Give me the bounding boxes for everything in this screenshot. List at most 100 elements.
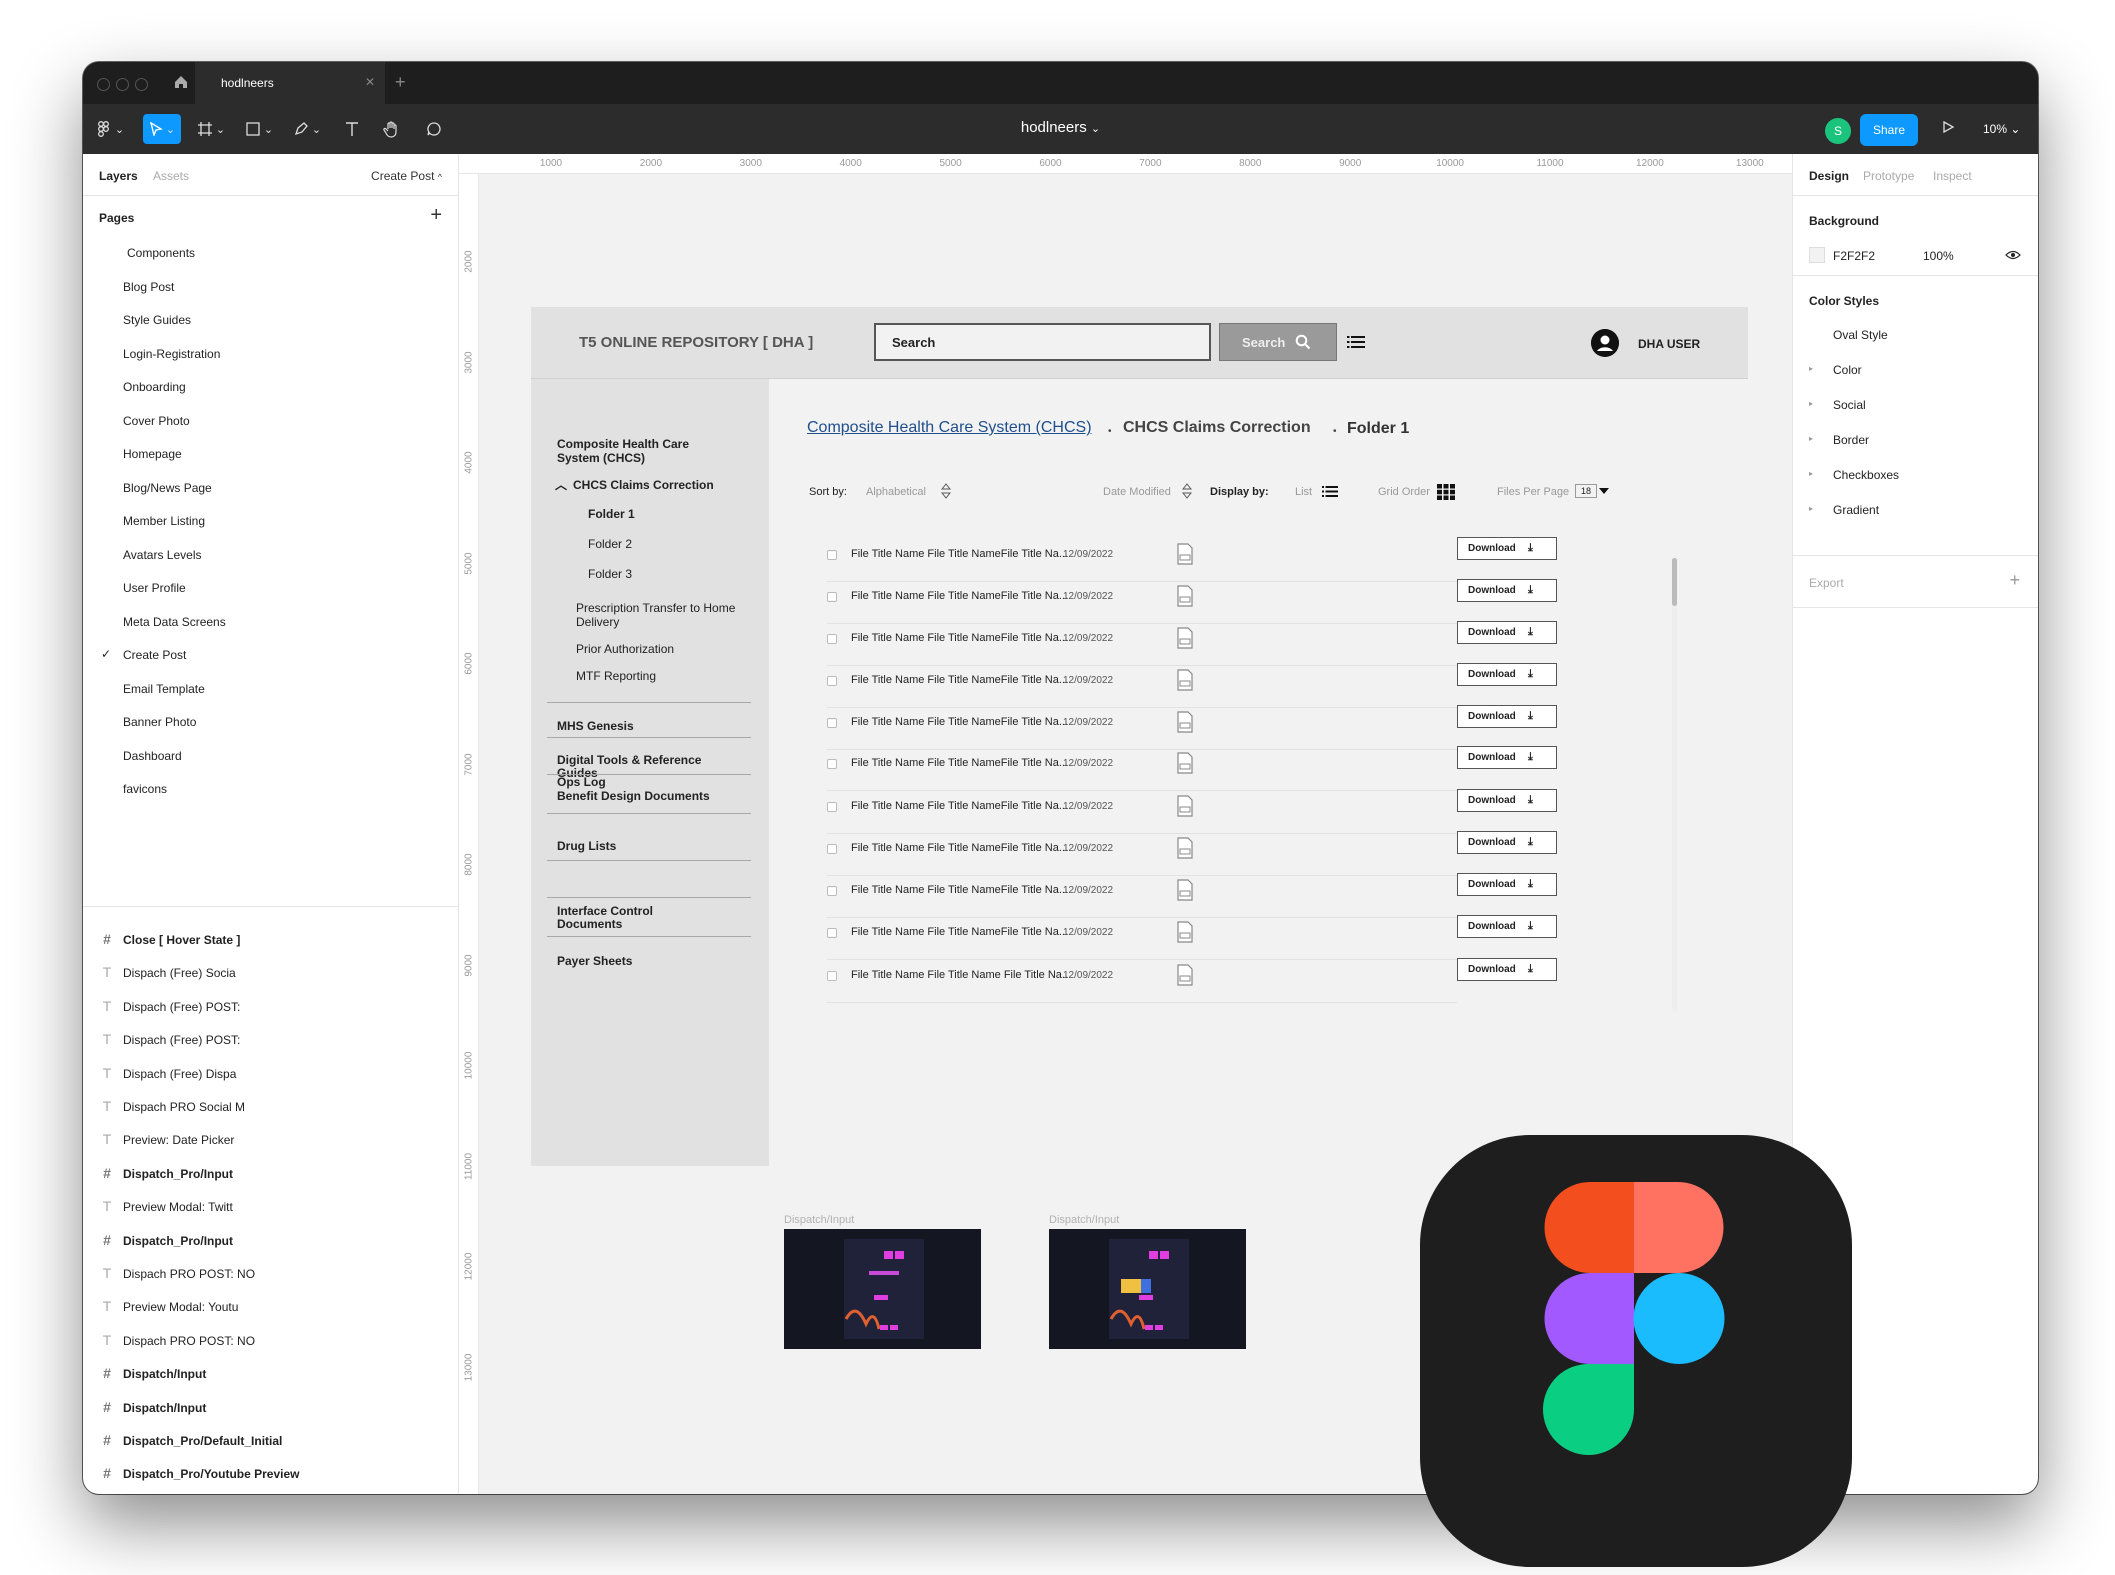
dispatch-input-thumbnail[interactable]: [1049, 1229, 1246, 1349]
files-per-page-value[interactable]: 18: [1575, 484, 1598, 498]
page-item[interactable]: Homepage: [83, 437, 458, 471]
file-checkbox[interactable]: [827, 634, 837, 644]
background-opacity[interactable]: 100%: [1923, 249, 1954, 263]
page-item[interactable]: Login-Registration: [83, 337, 458, 371]
search-button[interactable]: Search: [1219, 323, 1337, 361]
document-title[interactable]: hodlneers ⌄: [83, 119, 2038, 136]
download-button[interactable]: Download ⤓: [1457, 705, 1557, 728]
layer-item[interactable]: # Dispatch/Input: [83, 1392, 458, 1425]
page-item[interactable]: ✓ Create Post: [83, 638, 458, 672]
page-item[interactable]: User Profile: [83, 571, 458, 605]
nav-folder-3[interactable]: Folder 3: [588, 567, 632, 581]
layer-item[interactable]: T Dispach PRO Social M: [83, 1091, 458, 1124]
minimize-window-button[interactable]: [116, 78, 129, 91]
file-name[interactable]: File Title Name File Title NameFile Titl…: [851, 674, 1068, 686]
layer-item[interactable]: # Dispatch/Input: [83, 1358, 458, 1391]
close-tab-icon[interactable]: ✕: [365, 75, 375, 89]
expand-caret-icon[interactable]: ▸: [1809, 469, 1813, 478]
current-page-selector[interactable]: Create Post ^: [371, 169, 442, 183]
file-name[interactable]: File Title Name File Title NameFile Titl…: [851, 632, 1068, 644]
breadcrumb-level-2[interactable]: CHCS Claims Correction: [1123, 419, 1311, 437]
background-hex[interactable]: F2F2F2: [1833, 249, 1875, 263]
share-button[interactable]: Share: [1860, 114, 1918, 146]
display-list[interactable]: List: [1295, 486, 1312, 498]
expand-caret-icon[interactable]: ▸: [1809, 364, 1813, 373]
layer-item[interactable]: T Preview Modal: Twitt: [83, 1191, 458, 1224]
file-name[interactable]: File Title Name File Title NameFile Titl…: [851, 548, 1068, 560]
download-button[interactable]: Download ⤓: [1457, 789, 1557, 812]
download-button[interactable]: Download ⤓: [1457, 746, 1557, 769]
file-name[interactable]: File Title Name File Title NameFile Titl…: [851, 590, 1068, 602]
layer-item[interactable]: T Dispach (Free) Dispa: [83, 1058, 458, 1091]
download-button[interactable]: Download ⤓: [1457, 958, 1557, 981]
nav-interface-control[interactable]: Interface Control Documents: [557, 905, 707, 931]
nav-mtf-reporting[interactable]: MTF Reporting: [576, 669, 656, 683]
nav-prescription[interactable]: Prescription Transfer to Home Delivery: [576, 601, 736, 629]
layer-item[interactable]: T Preview: Date Picker: [83, 1124, 458, 1157]
page-item[interactable]: Banner Photo: [83, 705, 458, 739]
file-list-scrollbar[interactable]: [1672, 558, 1677, 606]
new-tab-icon[interactable]: +: [395, 72, 406, 93]
nav-chcs-claims[interactable]: ︿ CHCS Claims Correction: [555, 476, 714, 493]
nav-mhs-genesis[interactable]: MHS Genesis: [557, 719, 634, 733]
layer-item[interactable]: T Dispach (Free) Socia: [83, 957, 458, 990]
list-view-icon[interactable]: [1347, 335, 1365, 349]
download-button[interactable]: Download ⤓: [1457, 873, 1557, 896]
tab-inspect[interactable]: Inspect: [1933, 169, 1972, 183]
file-name[interactable]: File Title Name File Title NameFile Titl…: [851, 842, 1068, 854]
page-item[interactable]: Blog Post: [83, 270, 458, 304]
file-checkbox[interactable]: [827, 592, 837, 602]
page-item[interactable]: Member Listing: [83, 504, 458, 538]
layer-item[interactable]: T Dispach PRO POST: NO: [83, 1325, 458, 1358]
expand-caret-icon[interactable]: ▸: [1809, 434, 1813, 443]
download-button[interactable]: Download ⤓: [1457, 663, 1557, 686]
sort-arrows-icon[interactable]: [1182, 482, 1192, 500]
search-input[interactable]: Search: [874, 323, 1211, 361]
download-button[interactable]: Download ⤓: [1457, 621, 1557, 644]
sort-alphabetical[interactable]: Alphabetical: [866, 486, 926, 498]
layer-item[interactable]: # Close [ Hover State ]: [83, 924, 458, 957]
file-name[interactable]: File Title Name File Title Name File Tit…: [851, 969, 1071, 981]
dispatch-input-thumbnail[interactable]: [784, 1229, 981, 1349]
page-item[interactable]: favicons: [83, 772, 458, 806]
sort-date-modified[interactable]: Date Modified: [1103, 486, 1171, 498]
page-item[interactable]: Cover Photo: [83, 404, 458, 438]
nav-folder-2[interactable]: Folder 2: [588, 537, 632, 551]
file-checkbox[interactable]: [827, 759, 837, 769]
layer-item[interactable]: T Dispach (Free) POST:: [83, 991, 458, 1024]
download-button[interactable]: Download ⤓: [1457, 579, 1557, 602]
page-item[interactable]: Blog/News Page: [83, 471, 458, 505]
maximize-window-button[interactable]: [135, 78, 148, 91]
layer-item[interactable]: T Dispach PRO POST: NO: [83, 1258, 458, 1291]
file-name[interactable]: File Title Name File Title NameFile Titl…: [851, 716, 1068, 728]
zoom-dropdown[interactable]: 10% ⌄: [1983, 122, 2020, 136]
page-item[interactable]: Style Guides: [83, 303, 458, 337]
file-checkbox[interactable]: [827, 844, 837, 854]
eye-icon[interactable]: [2005, 250, 2021, 260]
tab-design[interactable]: Design: [1809, 169, 1849, 183]
add-page-icon[interactable]: +: [430, 204, 442, 227]
add-export-icon[interactable]: +: [2009, 570, 2020, 591]
layer-item[interactable]: T Dispach (Free) POST:: [83, 1024, 458, 1057]
layer-item[interactable]: #Dispatch_Pro/Blog Post: [83, 1492, 458, 1494]
nav-drug-lists[interactable]: Drug Lists: [557, 839, 616, 853]
nav-benefit-design[interactable]: Benefit Design Documents: [557, 789, 710, 803]
file-checkbox[interactable]: [827, 550, 837, 560]
present-play-icon[interactable]: [1941, 120, 1955, 134]
layer-item[interactable]: # Dispatch_Pro/Youtube Preview: [83, 1458, 458, 1491]
close-window-button[interactable]: [97, 78, 110, 91]
tab-layers[interactable]: Layers: [99, 169, 138, 183]
page-item[interactable]: Meta Data Screens: [83, 605, 458, 639]
user-avatar[interactable]: S: [1825, 118, 1851, 144]
home-icon[interactable]: [173, 74, 189, 90]
download-button[interactable]: Download ⤓: [1457, 915, 1557, 938]
file-checkbox[interactable]: [827, 718, 837, 728]
repository-frame[interactable]: T5 ONLINE REPOSITORY [ DHA ] Search Sear…: [531, 307, 1748, 1166]
page-item[interactable]: Components: [83, 236, 458, 270]
file-checkbox[interactable]: [827, 676, 837, 686]
file-tab[interactable]: hodlneers ✕: [195, 62, 385, 104]
caret-down-icon[interactable]: [1599, 488, 1609, 495]
expand-caret-icon[interactable]: ▸: [1809, 504, 1813, 513]
background-swatch[interactable]: [1809, 247, 1825, 263]
tab-assets[interactable]: Assets: [153, 169, 189, 183]
